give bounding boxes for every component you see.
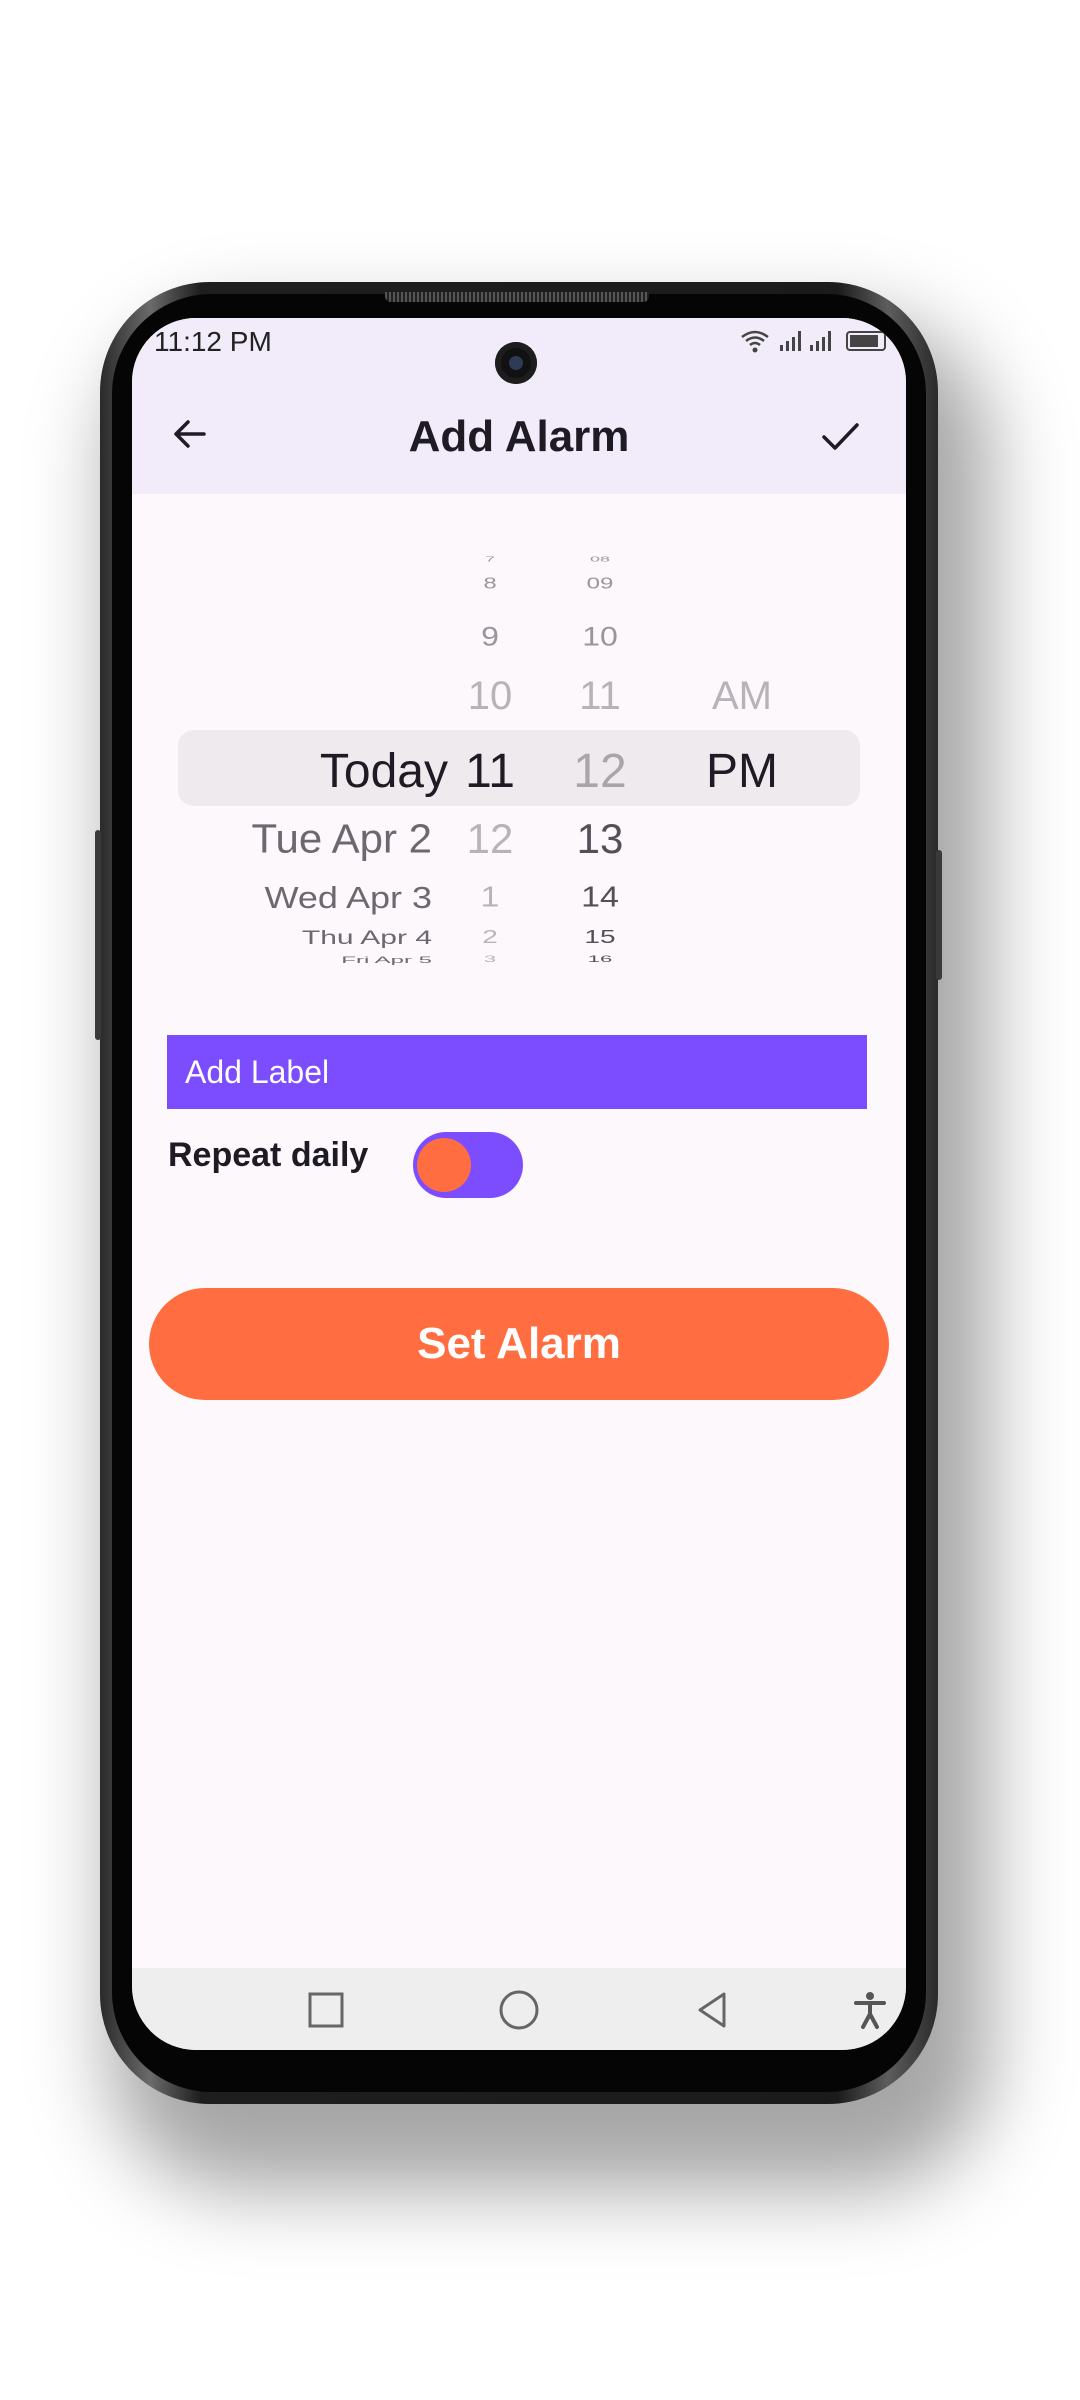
hour-option[interactable]: 9 xyxy=(460,622,520,649)
system-nav-bar xyxy=(132,1968,906,2050)
hour-option[interactable]: 10 xyxy=(450,676,530,716)
status-icons xyxy=(740,326,886,356)
minute-option[interactable]: 10 xyxy=(560,622,640,649)
date-option[interactable]: Fri Apr 5 xyxy=(341,955,432,965)
hour-option[interactable]: 12 xyxy=(450,818,530,860)
label-input-container[interactable] xyxy=(167,1035,867,1109)
hour-option[interactable]: 8 xyxy=(460,576,520,592)
date-option[interactable]: Thu Apr 4 xyxy=(302,928,432,948)
status-time: 11:12 PM xyxy=(154,326,272,357)
repeat-daily-toggle[interactable] xyxy=(413,1132,523,1198)
hour-option[interactable]: 3 xyxy=(460,954,520,964)
battery-icon xyxy=(846,331,886,351)
wifi-icon xyxy=(741,330,769,353)
minute-option[interactable]: 11 xyxy=(555,676,645,716)
check-icon xyxy=(822,423,859,450)
minute-option[interactable]: 09 xyxy=(565,576,635,592)
label-input[interactable] xyxy=(183,1052,867,1092)
hour-option[interactable]: 2 xyxy=(460,928,520,946)
ampm-option[interactable]: AM xyxy=(692,676,792,716)
minute-option[interactable]: 16 xyxy=(565,954,635,964)
page-title: Add Alarm xyxy=(408,412,630,461)
minute-option[interactable]: 08 xyxy=(565,555,635,562)
front-camera xyxy=(495,342,537,384)
ampm-option-selected[interactable]: PM xyxy=(687,748,797,796)
back-nav-button[interactable] xyxy=(682,1980,742,2040)
hour-option-selected[interactable]: 11 xyxy=(445,748,535,796)
volume-button xyxy=(95,830,101,1040)
hour-option[interactable]: 7 xyxy=(460,555,520,562)
home-button[interactable] xyxy=(489,1980,549,2040)
date-option[interactable]: Tue Apr 2 xyxy=(251,818,432,860)
power-button xyxy=(936,850,942,980)
home-circle-icon xyxy=(499,1990,539,2030)
confirm-button[interactable] xyxy=(814,410,866,462)
toggle-knob xyxy=(417,1138,471,1192)
minute-option[interactable]: 13 xyxy=(555,818,645,860)
phone-screen: 11:12 PM Add Alarm Today Tue Apr 2 Wed A… xyxy=(132,318,906,2050)
date-option[interactable]: Wed Apr 3 xyxy=(265,882,432,914)
date-option-selected[interactable]: Today xyxy=(320,748,448,796)
accessibility-icon xyxy=(854,1992,886,2029)
back-triangle-icon xyxy=(698,1992,726,2028)
earpiece-speaker xyxy=(385,292,649,302)
hour-option[interactable]: 1 xyxy=(460,883,520,912)
minute-option[interactable]: 15 xyxy=(565,928,635,946)
recents-button[interactable] xyxy=(296,1980,356,2040)
repeat-daily-label: Repeat daily xyxy=(168,1136,369,1174)
device-mockup: 11:12 PM Add Alarm Today Tue Apr 2 Wed A… xyxy=(0,0,1080,2400)
minute-option-selected[interactable]: 12 xyxy=(550,748,650,796)
set-alarm-button[interactable]: Set Alarm xyxy=(149,1288,889,1400)
signal-icon xyxy=(780,331,831,351)
accessibility-button[interactable] xyxy=(840,1980,900,2040)
recents-square-icon xyxy=(308,1992,344,2028)
minute-option[interactable]: 14 xyxy=(560,883,640,912)
